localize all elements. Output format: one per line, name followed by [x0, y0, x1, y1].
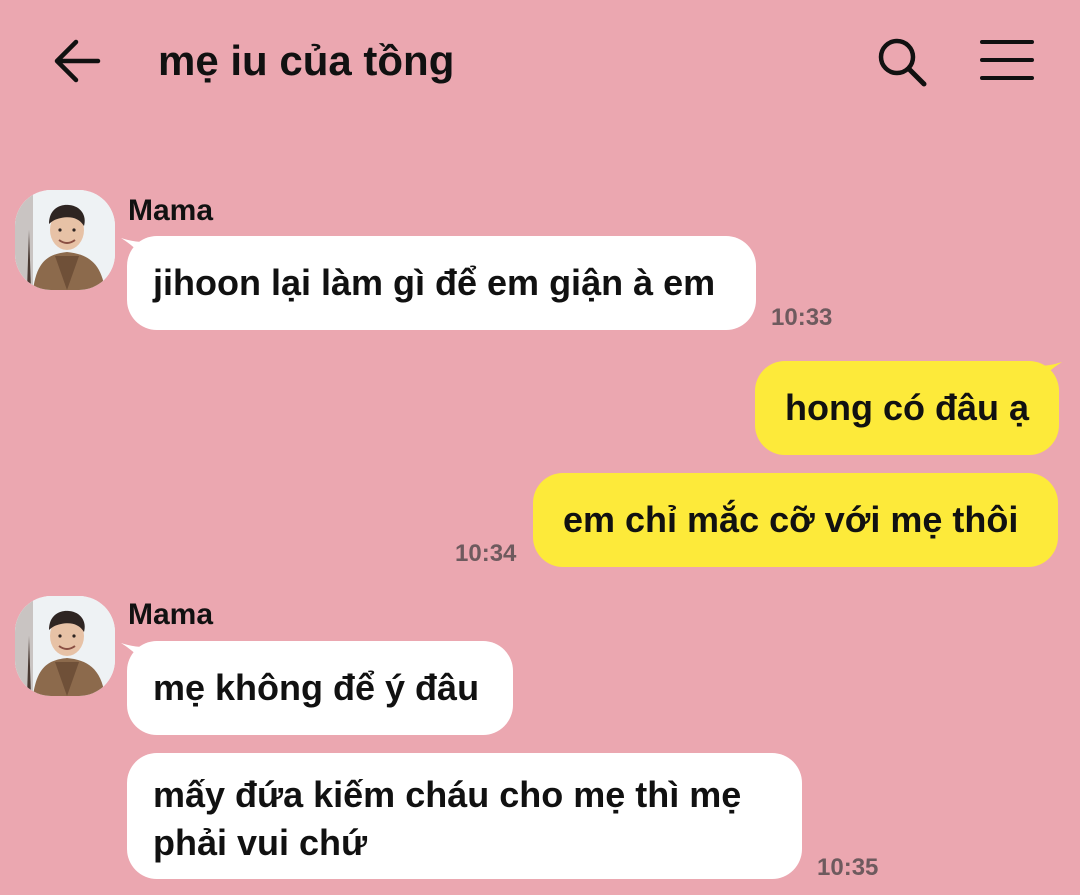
- message-text: em chỉ mắc cỡ với mẹ thôi: [563, 499, 1019, 540]
- message-text: hong có đâu ạ: [785, 387, 1030, 428]
- menu-button[interactable]: [976, 34, 1038, 86]
- search-button[interactable]: [872, 32, 932, 92]
- boy-portrait-avatar: [15, 596, 115, 696]
- message-bubble-incoming[interactable]: mấy đứa kiếm cháu cho mẹ thì mẹ phải vui…: [127, 753, 802, 879]
- sender-name: Mama: [128, 194, 214, 227]
- message-bubble-outgoing[interactable]: hong có đâu ạ: [755, 361, 1059, 455]
- message-bubble-incoming[interactable]: mẹ không để ý đâu: [127, 641, 513, 735]
- message-bubble-outgoing[interactable]: em chỉ mắc cỡ với mẹ thôi: [533, 473, 1058, 567]
- message-timestamp: 10:35: [817, 854, 879, 881]
- hamburger-menu-icon: [980, 40, 1034, 80]
- message-text: mấy đứa kiếm cháu cho mẹ thì mẹ phải vui…: [153, 774, 742, 863]
- sender-avatar[interactable]: [15, 190, 115, 290]
- chat-title: mẹ iu của tồng: [158, 37, 455, 84]
- sender-name: Mama: [128, 598, 214, 631]
- message-timestamp: 10:34: [455, 540, 517, 567]
- sender-avatar[interactable]: [15, 596, 115, 696]
- message-text: jihoon lại làm gì để em giận à em: [153, 262, 716, 303]
- search-icon: [878, 38, 927, 87]
- chat-header: mẹ iu của tồng: [0, 0, 1080, 120]
- boy-portrait-avatar: [15, 190, 115, 290]
- arrow-left-icon: [54, 39, 101, 83]
- message-timestamp: 10:33: [771, 304, 833, 331]
- back-button[interactable]: [48, 34, 106, 88]
- message-text: mẹ không để ý đâu: [153, 667, 480, 708]
- message-bubble-incoming[interactable]: jihoon lại làm gì để em giận à em: [127, 236, 756, 330]
